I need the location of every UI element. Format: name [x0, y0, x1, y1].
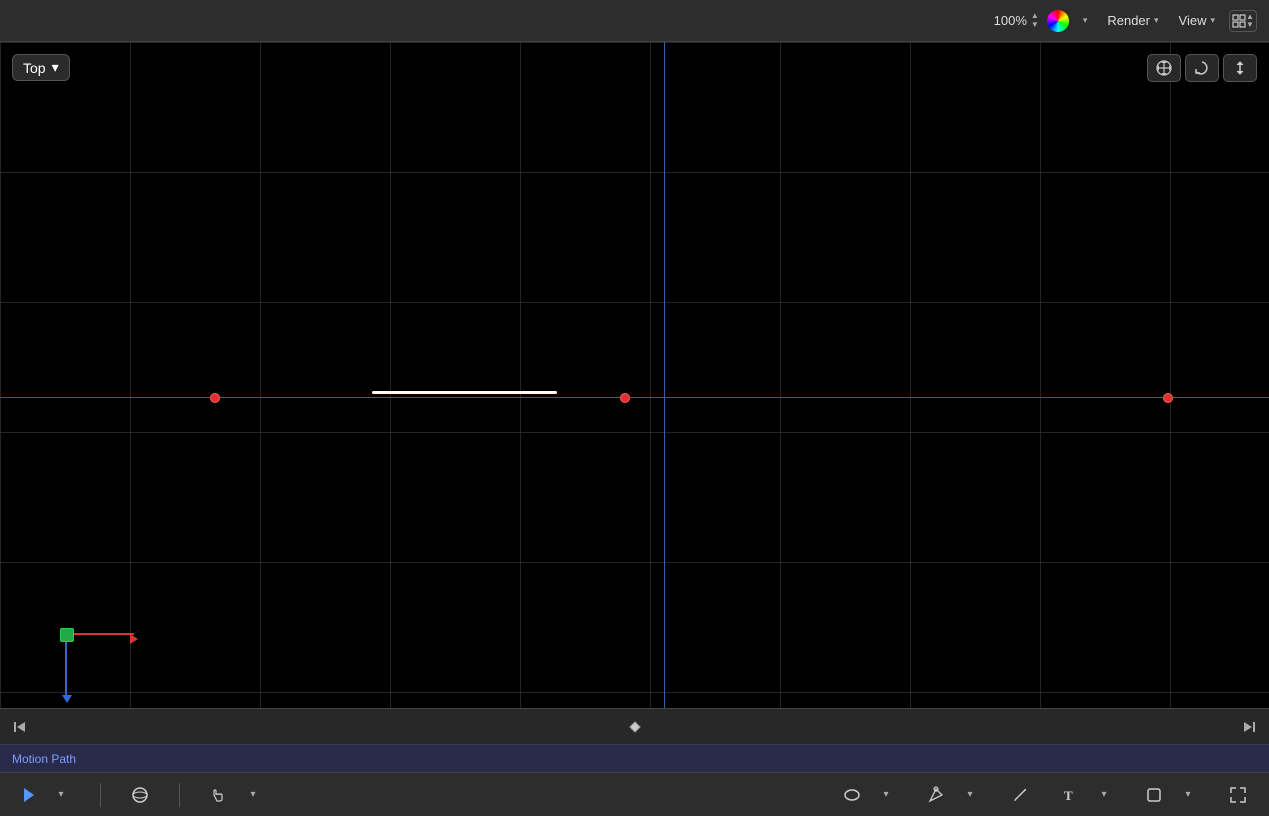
playback-group: ▾	[16, 780, 76, 810]
shape-dropdown-btn[interactable]: ▾	[1173, 780, 1203, 810]
color-dropdown-btn[interactable]: ▾	[1077, 12, 1094, 29]
timeline-bar	[0, 708, 1269, 744]
gizmo-y-arm	[65, 642, 67, 697]
text-dropdown-btn[interactable]: ▾	[1089, 780, 1119, 810]
view-label: View	[1179, 13, 1207, 28]
viewport-view-dropdown[interactable]: Top ▾	[12, 54, 70, 81]
view-dropdown-btn[interactable]: View ▾	[1173, 10, 1221, 31]
viewport-top-right-controls	[1147, 54, 1257, 82]
play-dropdown-btn[interactable]: ▾	[46, 780, 76, 810]
color-chevron-icon: ▾	[1083, 15, 1088, 26]
motion-path-label-bar: Motion Path	[0, 744, 1269, 772]
motion-path-label: Motion Path	[12, 752, 76, 766]
expand-btn[interactable]	[1223, 780, 1253, 810]
layout-btn[interactable]: ▲ ▼	[1229, 10, 1257, 32]
layout-arrows: ▲ ▼	[1246, 13, 1254, 29]
vertical-center-line	[664, 42, 665, 708]
bottom-toolbar: ▾ ▾ ▾	[0, 772, 1269, 816]
motion-path-bar-object	[372, 391, 557, 394]
render-chevron-icon: ▾	[1154, 15, 1159, 26]
render-dropdown-btn[interactable]: Render ▾	[1101, 10, 1164, 31]
pencil-tool-btn[interactable]	[1005, 780, 1035, 810]
viewport-view-label: Top	[23, 60, 46, 76]
text-tool-group: T ▾	[1055, 780, 1119, 810]
hand-tool-btn[interactable]	[204, 780, 234, 810]
red-dot-center	[620, 393, 630, 403]
timeline-start-btn[interactable]	[10, 717, 30, 737]
hand-tool-group: ▾	[204, 780, 268, 810]
viewport-adjust-icon-btn[interactable]	[1223, 54, 1257, 82]
zoom-control[interactable]: 100% ▲ ▼	[994, 12, 1039, 29]
timeline-playhead-marker[interactable]	[631, 723, 639, 731]
separator-2	[179, 783, 180, 807]
text-tool-btn[interactable]: T	[1055, 780, 1085, 810]
orbit-tool-btn[interactable]	[125, 780, 155, 810]
view-chevron-icon: ▾	[1210, 15, 1215, 26]
red-dot-right	[1163, 393, 1173, 403]
shape-tool-btn[interactable]	[1139, 780, 1169, 810]
ellipse-tool-btn[interactable]	[837, 780, 867, 810]
red-dot-left	[210, 393, 220, 403]
top-toolbar: 100% ▲ ▼ ▾ Render ▾ View ▾ ▲ ▼	[0, 0, 1269, 42]
timeline-diamond	[629, 721, 640, 732]
gizmo-y-arrow	[62, 695, 72, 703]
viewport: Top ▾	[0, 42, 1269, 708]
viewport-rotate-icon-btn[interactable]	[1185, 54, 1219, 82]
ellipse-dropdown-btn[interactable]: ▾	[871, 780, 901, 810]
zoom-value: 100%	[994, 13, 1027, 28]
horizontal-red-line	[0, 397, 1269, 398]
gizmo-center	[60, 628, 74, 642]
viewport-top-left-controls: Top ▾	[12, 54, 70, 81]
pen-dropdown-btn[interactable]: ▾	[955, 780, 985, 810]
hand-tool-dropdown-btn[interactable]: ▾	[238, 780, 268, 810]
shape-tool-group: ▾	[1139, 780, 1203, 810]
render-label: Render	[1107, 13, 1150, 28]
gizmo-x-arrow	[130, 634, 138, 644]
color-sphere-btn[interactable]	[1047, 10, 1069, 32]
viewport-grid	[0, 42, 1269, 708]
viewport-view-chevron: ▾	[52, 59, 59, 76]
pen-tool-btn[interactable]	[921, 780, 951, 810]
separator-1	[100, 783, 101, 807]
timeline-track[interactable]	[30, 709, 1239, 744]
play-btn[interactable]	[16, 782, 42, 808]
zoom-arrows[interactable]: ▲ ▼	[1031, 12, 1039, 29]
viewport-move-icon-btn[interactable]	[1147, 54, 1181, 82]
gizmo-x-arm	[74, 633, 134, 635]
svg-text:T: T	[1064, 788, 1073, 803]
ellipse-tool-group: ▾	[837, 780, 901, 810]
timeline-end-btn[interactable]	[1239, 717, 1259, 737]
pen-tool-group: ▾	[921, 780, 985, 810]
